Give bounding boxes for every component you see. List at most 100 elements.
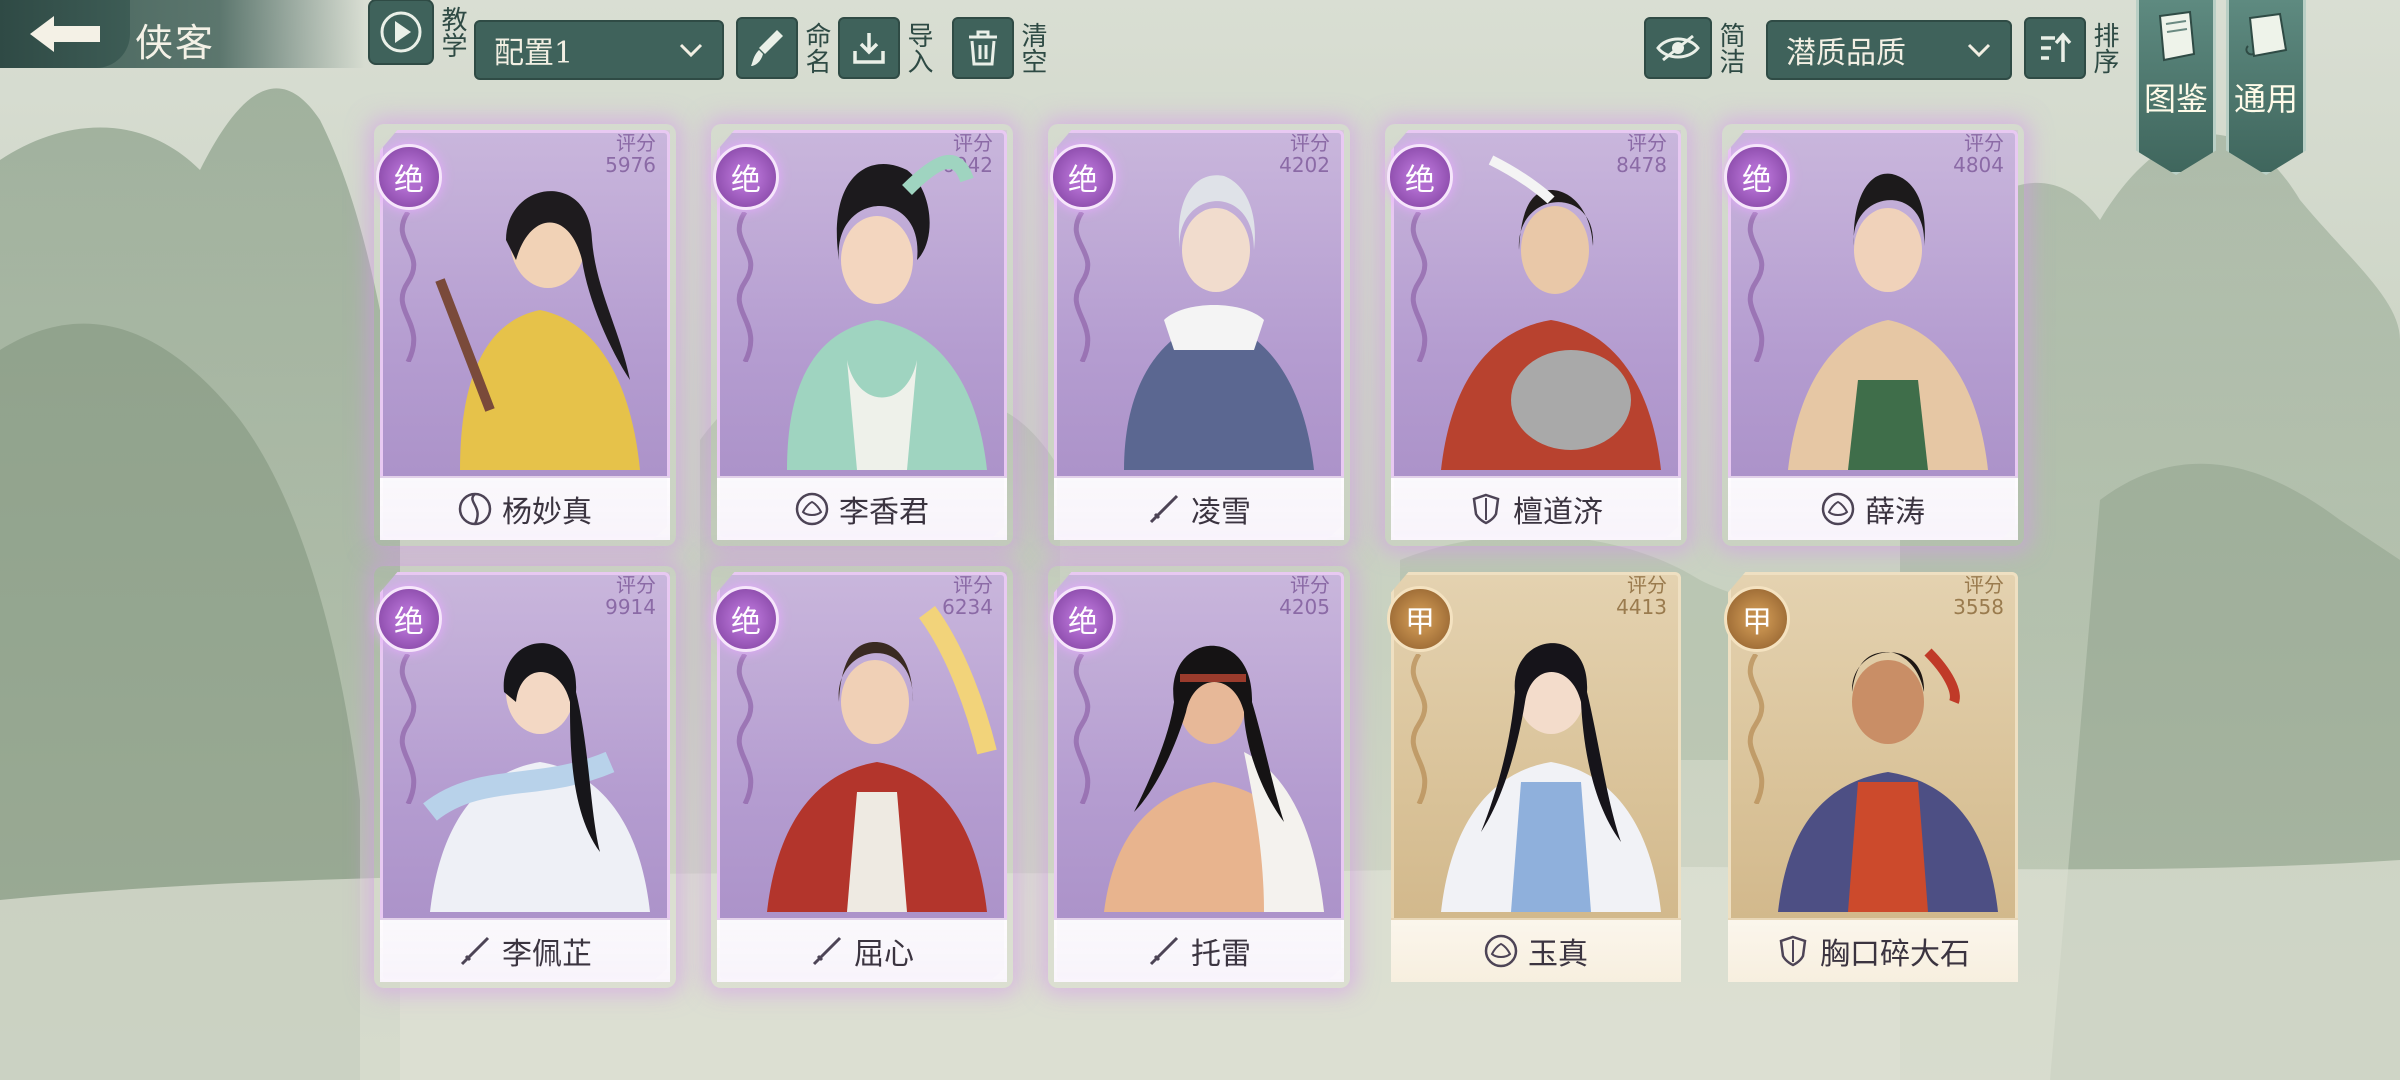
decor-swirls (1410, 212, 1428, 362)
sort-order-button[interactable]: 排序 (2024, 17, 2119, 79)
hero-portrait (1124, 175, 1314, 470)
tutorial-label: 教学 (437, 6, 467, 58)
tab-codex-label: 图鉴 (2143, 80, 2208, 118)
hero-card[interactable]: 评分 5976 绝 杨妙真 (376, 130, 670, 540)
tab-general[interactable]: 通用 (2226, 0, 2306, 175)
grade-badge: 绝 (713, 144, 779, 210)
grade-badge: 绝 (1050, 144, 1116, 210)
grade-badge: 绝 (713, 586, 779, 652)
yin-yang-icon (458, 492, 492, 526)
name-bar: 凌雪 (1054, 476, 1344, 540)
hero-portrait (1788, 173, 1988, 470)
hero-portrait (1778, 648, 1998, 912)
name-bar: 托雷 (1054, 918, 1344, 982)
back-button[interactable] (0, 0, 130, 68)
name-bar: 檀道济 (1391, 476, 1681, 540)
hero-card[interactable]: 评分 6042 绝 李香君 (713, 130, 1007, 540)
decor-swirls (399, 212, 417, 362)
decor-swirls (1747, 212, 1765, 362)
sort-icon (2024, 17, 2086, 79)
decor-swirls (1073, 654, 1091, 804)
hero-card[interactable]: 评分 4413 甲 玉真 (1387, 572, 1681, 982)
lotus-icon (1821, 492, 1855, 526)
grade-badge: 绝 (376, 586, 442, 652)
sword-icon (1149, 936, 1179, 966)
eye-hidden-icon (1644, 17, 1712, 79)
scroll-icon (2245, 12, 2288, 58)
decor-swirls (736, 212, 754, 362)
hero-name: 薛涛 (1865, 495, 1925, 530)
clear-label: 清空 (1017, 22, 1047, 74)
hero-portrait (1441, 155, 1661, 470)
grade-badge: 甲 (1387, 586, 1453, 652)
shield-icon (1472, 493, 1500, 525)
config-select-value: 配置1 (494, 36, 574, 71)
decor-swirls (399, 654, 417, 804)
hero-name: 胸口碎大石 (1820, 937, 1970, 972)
hero-portrait (1104, 645, 1324, 912)
hero-card[interactable]: 评分 9914 绝 李佩芷 (376, 572, 670, 982)
download-icon (838, 17, 900, 79)
play-icon (368, 0, 434, 65)
hero-name: 屈心 (854, 937, 914, 972)
simple-view-label: 简洁 (1715, 22, 1745, 74)
hero-card[interactable]: 评分 4205 绝 托雷 (1050, 572, 1344, 982)
hero-name: 李佩芷 (502, 937, 592, 972)
trash-icon (952, 17, 1014, 79)
decor-swirls (1410, 654, 1428, 804)
name-bar: 杨妙真 (380, 476, 670, 540)
name-bar: 李佩芷 (380, 918, 670, 982)
name-bar: 玉真 (1391, 918, 1681, 982)
hero-card[interactable]: 评分 3558 甲 胸口碎大石 (1724, 572, 2018, 982)
simple-view-button[interactable]: 简洁 (1644, 17, 1745, 79)
chevron-down-icon (679, 43, 703, 58)
sort-select-value: 潜质品质 (1786, 36, 1906, 71)
grade-badge: 绝 (376, 144, 442, 210)
hero-portrait (767, 606, 997, 912)
hero-portrait (423, 643, 650, 912)
name-bar: 李香君 (717, 476, 1007, 540)
import-button[interactable]: 导入 (838, 17, 933, 79)
lotus-icon (1484, 934, 1518, 968)
shield-icon (1779, 935, 1807, 967)
rename-label: 命名 (801, 22, 831, 74)
hero-card[interactable]: 评分 4804 绝 薛涛 (1724, 130, 2018, 540)
clear-button[interactable]: 清空 (952, 17, 1047, 79)
grade-badge: 甲 (1724, 586, 1790, 652)
sword-icon (460, 936, 490, 966)
hero-name: 杨妙真 (502, 495, 592, 530)
grade-badge: 绝 (1050, 586, 1116, 652)
hero-name: 李香君 (839, 495, 929, 530)
hero-portrait (1441, 643, 1661, 912)
brush-icon (736, 17, 798, 79)
chevron-down-icon (1967, 43, 1991, 58)
hero-name: 凌雪 (1191, 495, 1251, 530)
hero-card[interactable]: 评分 4202 绝 凌雪 (1050, 130, 1344, 540)
hero-portrait (435, 191, 640, 470)
name-bar: 薛涛 (1728, 476, 2018, 540)
rename-button[interactable]: 命名 (736, 17, 831, 79)
top-bar: 侠客 教学 配置1 命名 导入 清空 简洁 潜质品质 排序 图鉴 通用 (0, 0, 2400, 175)
back-arrow-icon (30, 16, 100, 52)
hero-card[interactable]: 评分 6234 绝 屈心 (713, 572, 1007, 982)
hero-name: 托雷 (1191, 937, 1251, 972)
book-icon (2158, 10, 2196, 62)
hero-name: 檀道济 (1513, 495, 1603, 530)
import-label: 导入 (903, 22, 933, 74)
tutorial-button[interactable]: 教学 (368, 0, 467, 65)
page-title: 侠客 (135, 21, 216, 65)
tab-general-label: 通用 (2233, 80, 2298, 118)
config-select[interactable]: 配置1 (474, 20, 724, 80)
sort-order-label: 排序 (2089, 22, 2119, 74)
decor-swirls (1747, 654, 1765, 804)
tab-codex[interactable]: 图鉴 (2136, 0, 2216, 175)
name-bar: 胸口碎大石 (1728, 918, 2018, 982)
grade-badge: 绝 (1387, 144, 1453, 210)
hero-name: 玉真 (1528, 937, 1588, 972)
lotus-icon (795, 492, 829, 526)
hero-card[interactable]: 评分 8478 绝 檀道济 (1387, 130, 1681, 540)
hero-portrait (787, 154, 987, 470)
grade-badge: 绝 (1724, 144, 1790, 210)
sword-icon (1149, 494, 1179, 524)
sort-select[interactable]: 潜质品质 (1766, 20, 2012, 80)
